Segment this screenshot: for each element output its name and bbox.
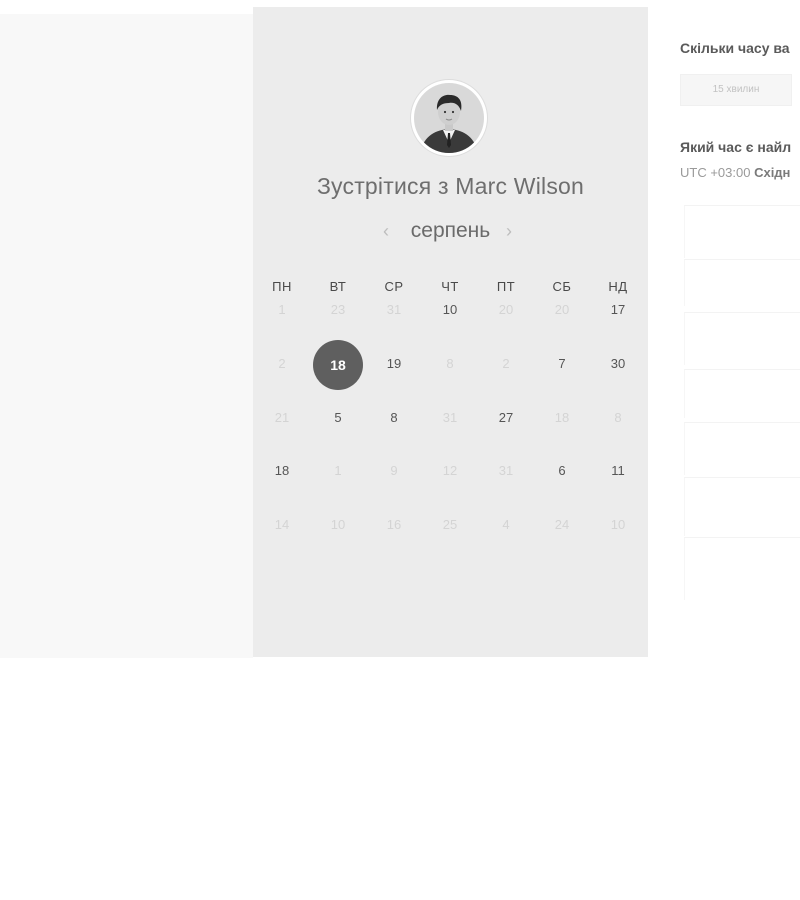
available-day[interactable]: 17 — [598, 299, 638, 321]
available-day[interactable]: 27 — [486, 407, 526, 429]
page-background — [0, 658, 800, 900]
booking-panel: Зустрітися з Marc Wilson ‹ серпень › ПН В… — [253, 7, 648, 657]
available-day[interactable]: 19 — [374, 353, 414, 375]
unavailable-day: 1 — [278, 302, 286, 317]
left-pane — [0, 14, 253, 658]
unavailable-day: 21 — [274, 410, 290, 425]
timezone-offset: UTC +03:00 — [680, 165, 751, 180]
unavailable-day: 12 — [442, 463, 458, 478]
unavailable-day: 9 — [390, 463, 398, 478]
available-day[interactable]: 30 — [598, 353, 638, 375]
unavailable-day: 31 — [498, 463, 514, 478]
weekday-label: ПН — [272, 279, 292, 294]
time-slot[interactable] — [684, 477, 800, 536]
month-navigator: ‹ серпень › — [253, 219, 648, 249]
weekday-label: ВТ — [329, 279, 347, 294]
weekday-label: НД — [608, 279, 628, 294]
person-photo-icon — [414, 83, 484, 153]
unavailable-day: 24 — [554, 517, 570, 532]
time-slot[interactable] — [684, 537, 800, 600]
unavailable-day: 1 — [334, 463, 342, 478]
month-label: серпень — [410, 219, 491, 242]
available-day[interactable]: 10 — [430, 299, 470, 321]
unavailable-day: 10 — [610, 517, 626, 532]
meeting-title: Зустрітися з Marc Wilson — [316, 173, 585, 199]
available-day[interactable]: 18 — [262, 460, 302, 482]
unavailable-day: 20 — [554, 302, 570, 317]
unavailable-day: 20 — [498, 302, 514, 317]
app-window: Зустрітися з Marc Wilson ‹ серпень › ПН В… — [0, 0, 800, 900]
available-day[interactable]: 6 — [542, 460, 582, 482]
unavailable-day: 4 — [502, 517, 510, 532]
avatar — [411, 80, 487, 156]
unavailable-day: 2 — [502, 356, 510, 371]
timezone-name: Східн — [754, 165, 791, 180]
unavailable-day: 25 — [442, 517, 458, 532]
options-pane: Скільки часу ва 15 хвилин Який час є най… — [648, 7, 800, 658]
available-day[interactable]: 8 — [374, 407, 414, 429]
timezone-label: UTC +03:00 Східн — [680, 165, 790, 180]
unavailable-day: 8 — [446, 356, 454, 371]
unavailable-day: 14 — [274, 517, 290, 532]
duration-option-button[interactable]: 15 хвилин — [680, 74, 792, 106]
time-question: Який час є найл — [680, 139, 792, 155]
available-day[interactable]: 11 — [598, 460, 638, 482]
time-slot[interactable] — [684, 312, 800, 365]
weekday-label: СБ — [552, 279, 572, 294]
weekday-label: ПТ — [496, 279, 516, 294]
time-slot[interactable] — [684, 259, 800, 306]
unavailable-day: 18 — [554, 410, 570, 425]
unavailable-day: 2 — [278, 356, 286, 371]
unavailable-day: 23 — [330, 302, 346, 317]
weekday-label: СР — [384, 279, 404, 294]
unavailable-day: 16 — [386, 517, 402, 532]
time-slot[interactable] — [684, 369, 800, 418]
duration-question: Скільки часу ва — [680, 40, 790, 56]
time-slot[interactable] — [684, 205, 800, 258]
unavailable-day: 10 — [330, 517, 346, 532]
available-day[interactable]: 5 — [318, 407, 358, 429]
unavailable-day: 8 — [614, 410, 622, 425]
unavailable-day: 31 — [386, 302, 402, 317]
weekday-label: ЧТ — [441, 279, 459, 294]
time-slot[interactable] — [684, 422, 800, 475]
unavailable-day: 31 — [442, 410, 458, 425]
available-day[interactable]: 7 — [542, 353, 582, 375]
selected-day[interactable]: 18 — [313, 340, 363, 390]
chevron-right-icon[interactable]: › — [506, 221, 512, 242]
